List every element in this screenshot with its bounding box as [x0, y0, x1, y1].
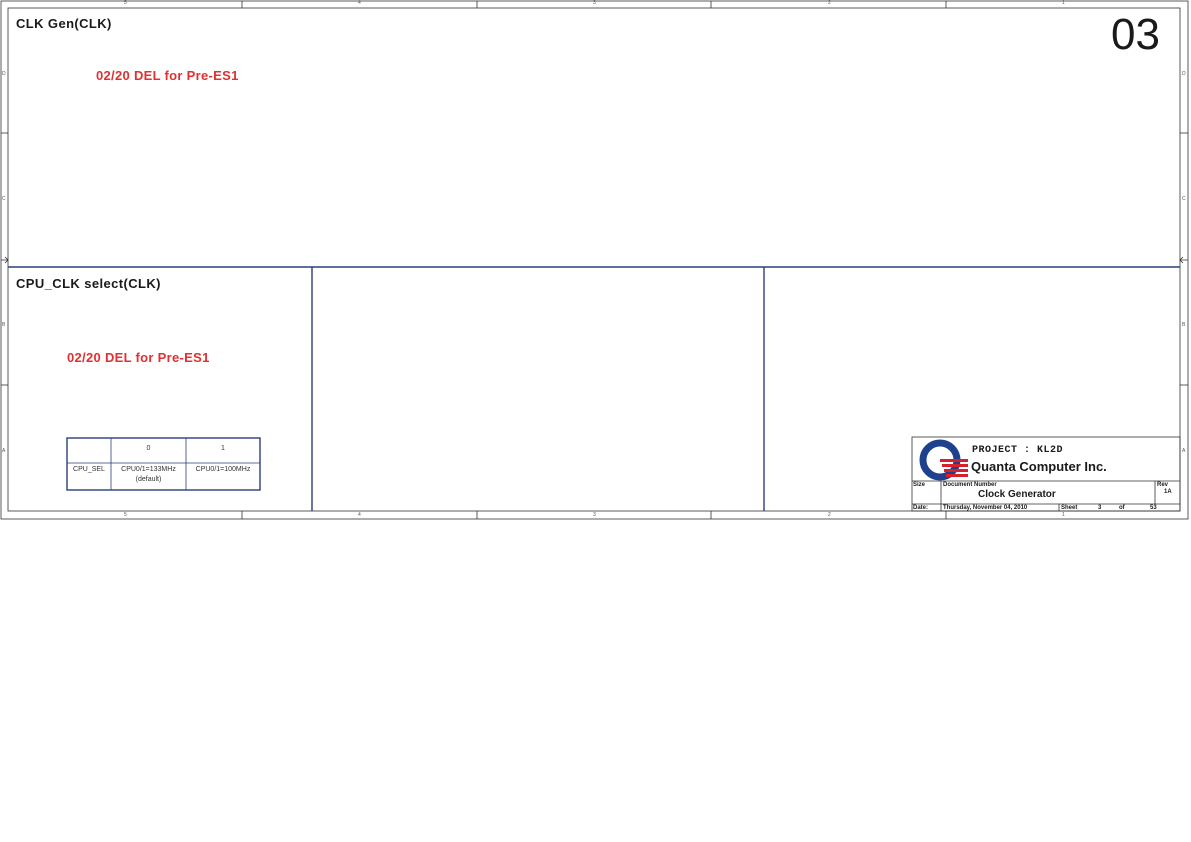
- date-label: Date:: [913, 505, 929, 511]
- zone-label-right-b: B: [1182, 322, 1186, 328]
- cpu-sel-value-0-sub: (default): [135, 476, 162, 483]
- rev-value: 1A: [1164, 489, 1172, 495]
- size-label: Size: [913, 482, 926, 488]
- zone-label-bottom-3: 3: [593, 512, 596, 518]
- cpu-clk-select-title: CPU_CLK select(CLK): [16, 276, 161, 291]
- zone-label-left-c: C: [2, 196, 6, 202]
- project-name: PROJECT : KL2D: [972, 445, 1064, 456]
- zone-label-bottom-1: 1: [1062, 512, 1065, 518]
- company-name: Quanta Computer Inc.: [971, 459, 1107, 474]
- sheet-total: 53: [1150, 505, 1157, 511]
- sheet-current: 3: [1098, 505, 1102, 511]
- of-label: of: [1119, 505, 1125, 511]
- clk-gen-note: 02/20 DEL for Pre-ES1: [96, 68, 239, 83]
- date-value: Thursday, November 04, 2010: [943, 505, 1028, 511]
- schematic-sheet: [0, 0, 1189, 520]
- logo-stripe-1: [940, 459, 968, 462]
- zone-label-top-3: 3: [593, 0, 596, 6]
- zone-label-top-2: 2: [828, 0, 831, 6]
- zone-label-bottom-2: 2: [828, 512, 831, 518]
- zone-label-top-4: 4: [358, 0, 361, 6]
- zone-label-top-5: 5: [124, 0, 127, 6]
- cpu-sel-row-label: CPU_SEL: [73, 466, 105, 473]
- cpu-sel-value-1: CPU0/1=100MHz: [195, 466, 251, 473]
- zone-label-right-c: C: [1182, 196, 1186, 202]
- clk-gen-title: CLK Gen(CLK): [16, 16, 112, 31]
- zone-label-bottom-4: 4: [358, 512, 361, 518]
- logo-stripe-4: [946, 474, 968, 477]
- zone-label-right-a: A: [1182, 448, 1186, 454]
- logo-stripe-3: [944, 469, 968, 472]
- right-arrow-marker: [1179, 256, 1188, 264]
- doc-name: Clock Generator: [978, 489, 1056, 500]
- zone-label-left-b: B: [2, 322, 6, 328]
- inner-frame: [7, 7, 1181, 512]
- rev-label: Rev: [1157, 482, 1169, 488]
- zone-label-left-a: A: [2, 448, 6, 454]
- cpu-clk-select-note: 02/20 DEL for Pre-ES1: [67, 350, 210, 365]
- zone-label-left-d: D: [2, 71, 6, 77]
- left-arrow-marker: [1, 256, 9, 264]
- sheet-label: Sheet: [1061, 505, 1078, 511]
- logo-stripe-2: [942, 464, 968, 467]
- section-dividers: [8, 266, 1180, 511]
- doc-number-label: Document Number: [943, 482, 997, 488]
- cpu-sel-value-0: CPU0/1=133MHz: [121, 466, 176, 473]
- zone-label-right-d: D: [1182, 71, 1186, 77]
- cpu-sel-header-1: 1: [221, 445, 225, 452]
- zone-label-top-1: 1: [1062, 0, 1065, 6]
- cpu-sel-header-0: 0: [146, 445, 151, 452]
- quanta-logo: [919, 439, 968, 481]
- sheet-number: 03: [1111, 10, 1160, 59]
- zone-label-bottom-5: 5: [124, 512, 127, 518]
